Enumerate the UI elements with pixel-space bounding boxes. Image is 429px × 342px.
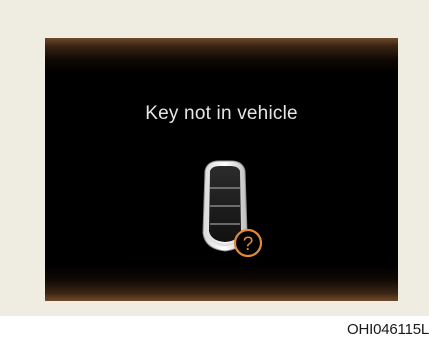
warning-message: Key not in vehicle — [145, 103, 298, 124]
cluster-display-screen: Key not in vehicle ? — [45, 38, 398, 301]
key-status-graphic: ? — [185, 155, 265, 260]
question-glyph: ? — [243, 234, 254, 255]
figure-panel: Key not in vehicle ? — [0, 0, 429, 316]
figure-code: OHI046115L — [347, 321, 429, 338]
question-mark-badge-icon: ? — [233, 228, 263, 258]
